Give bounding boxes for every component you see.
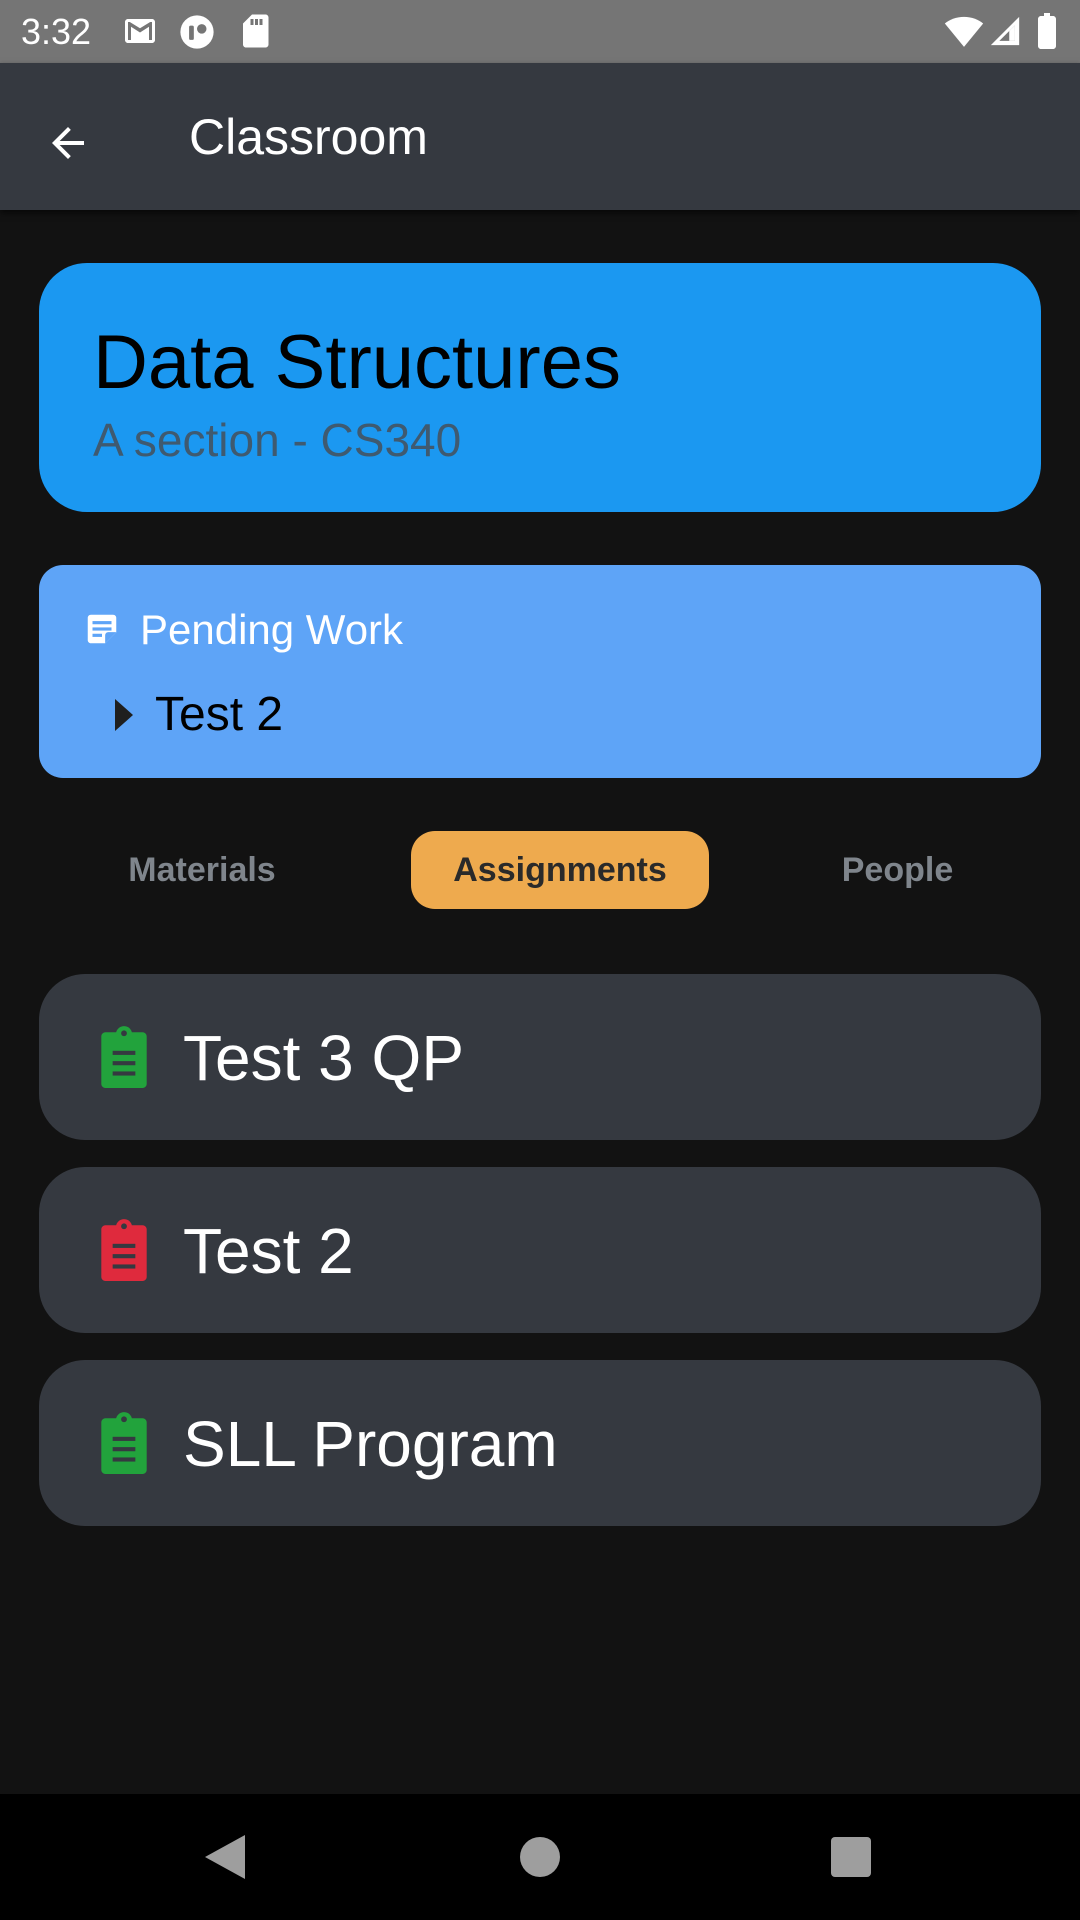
sd-card-icon: [243, 14, 269, 48]
navigation-bar: [0, 1794, 1080, 1920]
pending-work-item-label: Test 2: [155, 688, 284, 741]
arrow-right-icon: [115, 699, 133, 731]
assignment-title: SLL Program: [183, 1408, 558, 1480]
note-icon: [87, 614, 117, 644]
tab-assignments[interactable]: Assignments: [411, 831, 709, 909]
wifi-icon: [944, 16, 984, 47]
assignment-item[interactable]: Test 3 QP: [39, 974, 1041, 1140]
cellular-signal-icon: [990, 16, 1020, 46]
tab-materials[interactable]: Materials: [110, 831, 294, 909]
back-triangle-icon: [205, 1835, 245, 1879]
nav-home-button[interactable]: [500, 1817, 580, 1897]
clipboard-icon: [101, 1026, 147, 1088]
gmail-icon: [125, 19, 155, 43]
pending-work-label: Pending Work: [140, 606, 404, 653]
course-title: Data Structures: [93, 320, 621, 405]
nav-back-button[interactable]: [185, 1817, 265, 1897]
pending-work-item[interactable]: Test 2: [109, 680, 283, 750]
app-notification-icon: [180, 15, 214, 49]
assignment-item[interactable]: SLL Program: [39, 1360, 1041, 1526]
app-bar: Classroom: [0, 63, 1080, 210]
recents-square-icon: [831, 1837, 871, 1877]
course-header-card: Data Structures A section - CS340: [39, 263, 1041, 512]
status-bar: 3:32: [0, 0, 1080, 63]
assignment-title: Test 3 QP: [183, 1022, 464, 1094]
assignment-item[interactable]: Test 2: [39, 1167, 1041, 1333]
course-subtitle: A section - CS340: [93, 414, 462, 466]
clipboard-icon: [101, 1412, 147, 1474]
screen: 3:32 Classroom Data Structures A section…: [0, 0, 1080, 1920]
status-time: 3:32: [21, 11, 92, 52]
tab-people[interactable]: People: [820, 831, 975, 909]
assignment-title: Test 2: [183, 1215, 354, 1287]
page-title: Classroom: [189, 109, 428, 165]
clipboard-icon: [101, 1219, 147, 1281]
nav-recents-button[interactable]: [811, 1817, 891, 1897]
battery-icon: [1038, 13, 1056, 49]
pending-work-card: Pending Work Test 2: [39, 565, 1041, 778]
home-circle-icon: [520, 1837, 560, 1877]
arrow-back-icon: [52, 127, 84, 159]
back-button[interactable]: [24, 99, 112, 187]
